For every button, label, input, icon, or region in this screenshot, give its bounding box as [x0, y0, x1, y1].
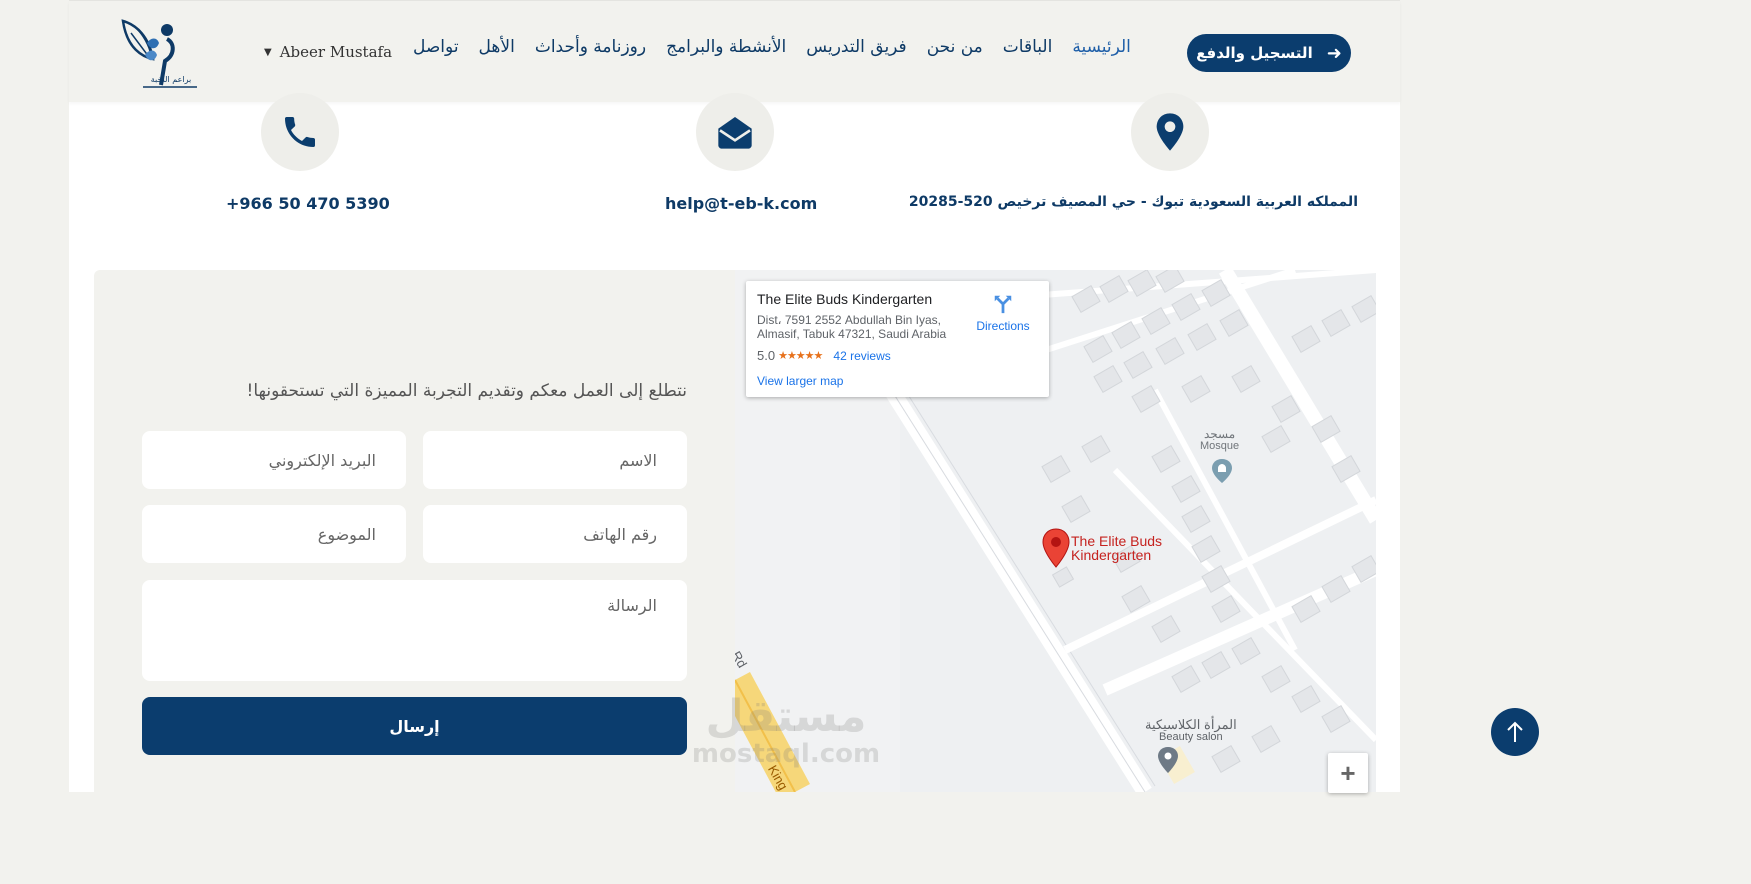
- subject-input[interactable]: [142, 505, 406, 563]
- nav-home[interactable]: الرئيسية: [1072, 33, 1131, 61]
- email-input[interactable]: [142, 431, 406, 489]
- phone-icon: [285, 117, 315, 147]
- mosque-icon[interactable]: [1211, 458, 1233, 484]
- mosque-label: مسجد Mosque: [1200, 428, 1239, 452]
- location-icon-circle: [1131, 93, 1209, 171]
- user-menu[interactable]: ▼ Abeer Mustafa: [264, 41, 392, 63]
- zoom-in-button[interactable]: +: [1328, 753, 1368, 793]
- map-place-address: Dist، 7591 2552 Abdullah Bin Iyas, Almas…: [757, 313, 947, 341]
- address-text: المملكه العربية السعودية تبوك - حي المصي…: [908, 194, 1358, 210]
- phone-number[interactable]: +966 50 470 5390: [226, 194, 390, 213]
- logo-text: براعم النخبة: [151, 75, 191, 84]
- back-to-top-button[interactable]: [1491, 708, 1539, 756]
- nav-packages[interactable]: الباقات: [1003, 33, 1053, 61]
- email-address[interactable]: help@t-eb-k.com: [665, 194, 817, 213]
- map-rating-value: 5.0: [757, 348, 776, 363]
- nav-contact[interactable]: تواصل: [413, 33, 459, 61]
- submit-button[interactable]: إرسال: [142, 697, 687, 755]
- register-pay-label: التسجيل والدفع: [1196, 44, 1313, 62]
- arrow-up-icon: [1507, 721, 1523, 742]
- user-name: Abeer Mustafa: [279, 43, 393, 61]
- place-pin-label-line1: The Elite Buds: [1071, 533, 1163, 549]
- salon-label-ar: المرأة الكلاسيكية: [1145, 717, 1237, 732]
- name-input[interactable]: [423, 431, 687, 489]
- nav-about[interactable]: من نحن: [927, 33, 983, 61]
- logo[interactable]: براعم النخبة: [115, 15, 201, 89]
- mosque-label-en: Mosque: [1200, 440, 1240, 452]
- map-rating: 5.0 ★★★★★ 42 reviews: [757, 348, 891, 363]
- nav-teaching-team[interactable]: فريق التدريس: [806, 33, 906, 61]
- location-pin-icon: [1156, 113, 1184, 151]
- salon-label: المرأة الكلاسيكية Beauty salon: [1145, 718, 1237, 744]
- map-place-card: The Elite Buds Kindergarten Dist، 7591 2…: [746, 281, 1049, 397]
- star-rating-icon: ★★★★★: [778, 350, 823, 362]
- directions-label: Directions: [976, 319, 1030, 333]
- map-reviews-link[interactable]: 42 reviews: [833, 349, 890, 363]
- form-intro: نتطلع إلى العمل معكم وتقديم التجربة المم…: [246, 381, 687, 401]
- phone-input[interactable]: [423, 505, 687, 563]
- map-place-name: The Elite Buds Kindergarten: [757, 291, 933, 307]
- phone-icon-circle: [261, 93, 339, 171]
- place-pin-label-line2: Kindergarten: [1071, 547, 1152, 563]
- register-pay-button[interactable]: التسجيل والدفع ➜: [1187, 34, 1351, 72]
- view-larger-map-link[interactable]: View larger map: [757, 374, 843, 388]
- email-icon-circle: [696, 93, 774, 171]
- nav-activities[interactable]: الأنشطة والبرامج: [666, 33, 786, 61]
- site-header: براعم النخبة ▼ Abeer Mustafa الرئيسية ال…: [69, 0, 1400, 102]
- salon-label-en: Beauty salon: [1159, 731, 1223, 743]
- main-nav: الرئيسية الباقات من نحن فريق التدريس الأ…: [413, 33, 1131, 61]
- chevron-down-icon: ▼: [264, 46, 272, 58]
- mosque-label-ar: مسجد: [1203, 427, 1236, 441]
- arrow-right-icon: ➜: [1326, 42, 1342, 64]
- beauty-salon-icon[interactable]: [1157, 746, 1179, 774]
- nav-calendar[interactable]: روزنامة وأحداث: [535, 33, 646, 61]
- place-pin-label[interactable]: The Elite Buds Kindergarten: [1071, 534, 1162, 562]
- place-pin-icon[interactable]: [1042, 528, 1070, 568]
- envelope-icon: [718, 117, 752, 149]
- phone-number-text: +966 50 470 5390: [226, 194, 390, 213]
- nav-parents[interactable]: الأهل: [479, 33, 515, 61]
- directions-button[interactable]: Directions: [971, 293, 1035, 333]
- message-textarea[interactable]: [142, 580, 687, 681]
- directions-icon: [994, 295, 1012, 314]
